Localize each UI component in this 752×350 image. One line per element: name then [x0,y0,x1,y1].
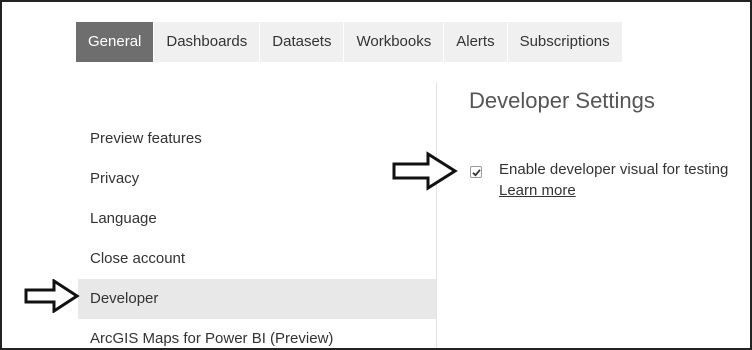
settings-sidebar: Preview features Privacy Language Close … [78,119,436,348]
tab-workbooks[interactable]: Workbooks [344,22,444,62]
sidebar-item-arcgis-maps[interactable]: ArcGIS Maps for Power BI (Preview) [78,319,436,348]
sidebar-item-language[interactable]: Language [78,199,436,239]
right-outline-arrow-icon [24,279,80,313]
tab-dashboards[interactable]: Dashboards [154,22,260,62]
settings-window: General Dashboards Datasets Workbooks Al… [0,0,752,350]
sidebar-item-preview-features[interactable]: Preview features [78,119,436,159]
sidebar-item-privacy[interactable]: Privacy [78,159,436,199]
settings-tabs: General Dashboards Datasets Workbooks Al… [76,22,623,62]
panel-divider [436,82,437,348]
tab-general[interactable]: General [76,22,154,62]
page-title: Developer Settings [469,88,655,113]
sidebar-item-close-account[interactable]: Close account [78,239,436,279]
tab-alerts[interactable]: Alerts [444,22,507,62]
developer-visual-checkbox[interactable] [470,166,482,178]
right-outline-arrow-icon [392,151,458,191]
learn-more-link[interactable]: Learn more [499,182,576,199]
sidebar-item-developer[interactable]: Developer [78,279,436,319]
tab-subscriptions[interactable]: Subscriptions [507,22,622,62]
checkbox-label: Enable developer visual for testing [499,161,729,178]
tab-datasets[interactable]: Datasets [260,22,344,62]
checkmark-icon [472,169,481,177]
